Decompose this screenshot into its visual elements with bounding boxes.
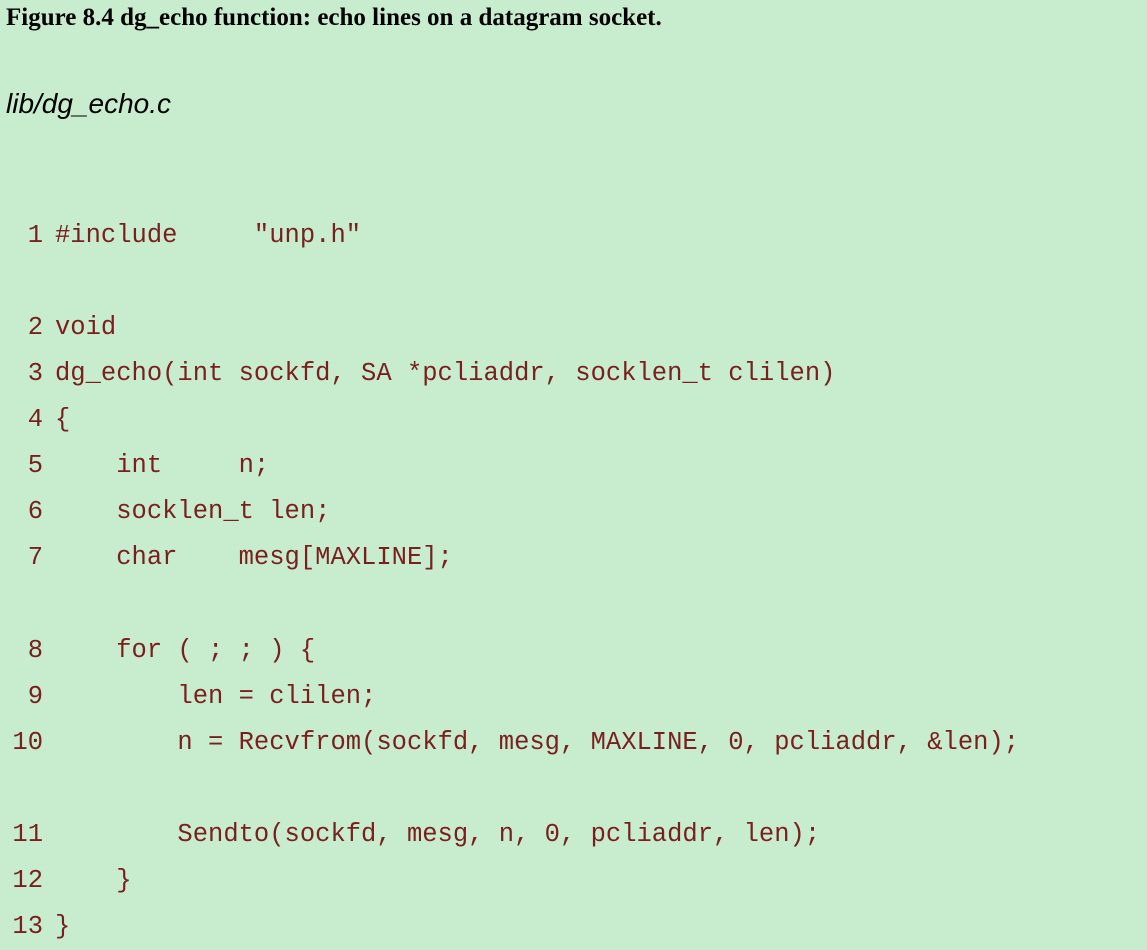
code-line: 6 socklen_t len; xyxy=(0,497,331,527)
code-line: 4{ xyxy=(0,405,71,435)
line-code: Sendto(sockfd, mesg, n, 0, pcliaddr, len… xyxy=(55,820,821,849)
line-number: 13 xyxy=(12,912,43,941)
line-code: char mesg[MAXLINE]; xyxy=(55,543,453,572)
code-line: 12 } xyxy=(0,866,132,896)
code-line: 8 for ( ; ; ) { xyxy=(0,636,315,666)
line-number: 2 xyxy=(27,313,43,342)
code-line: 3 dg_echo(int sockfd, SA *pcliaddr, sockl… xyxy=(0,359,836,389)
line-number: 8 xyxy=(27,636,43,665)
line-code: socklen_t len; xyxy=(55,497,331,526)
line-code: } xyxy=(55,866,132,895)
line-number: 1 xyxy=(27,221,43,250)
line-code: dg_echo(int sockfd, SA *pcliaddr, sockle… xyxy=(55,359,836,388)
line-code: #include "unp.h" xyxy=(55,221,362,250)
code-line: 10 n = Recvfrom(sockfd, mesg, MAXLINE, 0… xyxy=(0,728,1019,758)
code-line: 9 len = clilen; xyxy=(0,682,377,712)
line-code: len = clilen; xyxy=(55,682,377,711)
code-listing: 1 #include "unp.h" 2 void 3 dg_echo(int soc… xyxy=(0,0,1147,950)
line-code: n = Recvfrom(sockfd, mesg, MAXLINE, 0, p… xyxy=(55,728,1020,757)
line-number: 11 xyxy=(12,820,43,849)
code-line: 7 char mesg[MAXLINE]; xyxy=(0,543,453,573)
line-number: 10 xyxy=(12,728,43,757)
line-code: void xyxy=(55,313,117,342)
line-number: 7 xyxy=(27,543,43,572)
line-code: for ( ; ; ) { xyxy=(55,636,316,665)
line-number: 5 xyxy=(27,451,43,480)
line-number: 3 xyxy=(27,359,43,388)
line-number: 9 xyxy=(27,682,43,711)
line-number: 4 xyxy=(27,405,43,434)
code-line: 5 int n; xyxy=(0,451,270,481)
line-code: int n; xyxy=(55,451,270,480)
code-line: 2 void xyxy=(0,313,117,343)
line-code: { xyxy=(55,405,71,434)
code-line: 1 #include "unp.h" xyxy=(0,221,361,251)
code-line: 13} xyxy=(0,912,70,942)
line-number: 12 xyxy=(12,866,43,895)
line-number: 6 xyxy=(27,497,43,526)
line-code: } xyxy=(55,912,71,941)
code-line: 11 Sendto(sockfd, mesg, n, 0, pcliaddr, … xyxy=(0,820,820,850)
